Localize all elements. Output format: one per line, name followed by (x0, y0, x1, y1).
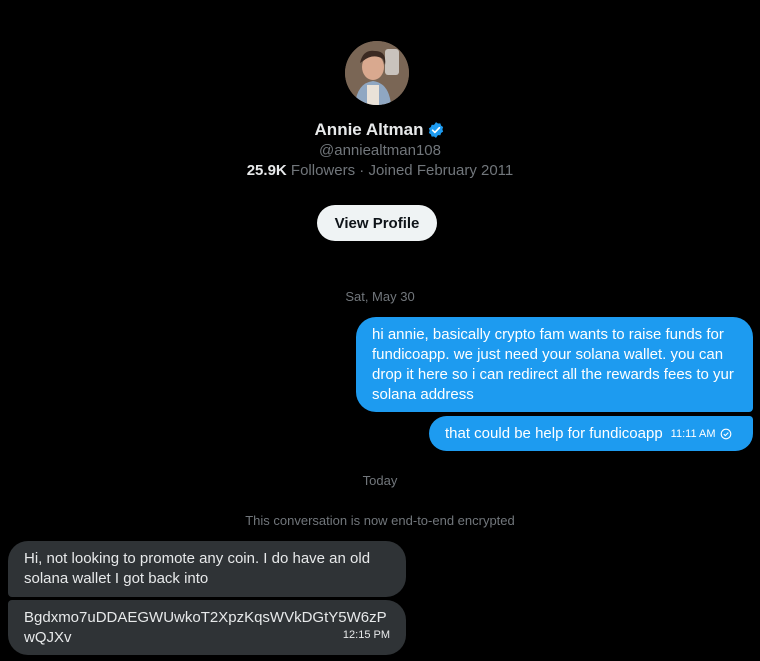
message-text: hi annie, basically crypto fam wants to … (372, 326, 734, 403)
followers-count: 25.9K (246, 162, 287, 179)
message-bubble-outgoing[interactable]: that could be help for fundicoapp 11:11 … (429, 416, 753, 451)
profile-name-row: Annie Altman (0, 120, 760, 140)
profile-meta: 25.9K Followers · Joined February 2011 (0, 162, 760, 179)
date-divider: Sat, May 30 (345, 289, 415, 304)
profile-avatar[interactable] (345, 41, 409, 105)
profile-handle: @anniealtman108 (319, 142, 441, 159)
encryption-notice: This conversation is now end-to-end encr… (245, 513, 515, 528)
message-timestamp: 11:11 AM (670, 427, 716, 440)
message-text: Hi, not looking to promote any coin. I d… (24, 550, 371, 587)
joined-date: · Joined February 2011 (359, 162, 514, 179)
message-text: Bgdxmo7uDDAEGWUwkoT2XpzKqsWVkDGtY5W6zPwQ… (24, 609, 387, 646)
view-profile-button[interactable]: View Profile (317, 205, 437, 241)
date-divider: Today (362, 473, 398, 488)
message-text: that could be help for fundicoapp (445, 424, 663, 442)
verified-badge-icon (429, 122, 444, 138)
message-bubble-incoming[interactable]: Hi, not looking to promote any coin. I d… (8, 541, 406, 597)
avatar-image (345, 41, 409, 105)
read-receipt-icon (720, 428, 731, 439)
message-timestamp: 12:15 PM (342, 629, 390, 641)
followers-label: Followers (290, 162, 356, 179)
message-bubble-outgoing[interactable]: hi annie, basically crypto fam wants to … (356, 317, 753, 412)
profile-name[interactable]: Annie Altman (315, 120, 424, 140)
message-bubble-incoming[interactable]: Bgdxmo7uDDAEGWUwkoT2XpzKqsWVkDGtY5W6zPwQ… (8, 600, 406, 655)
